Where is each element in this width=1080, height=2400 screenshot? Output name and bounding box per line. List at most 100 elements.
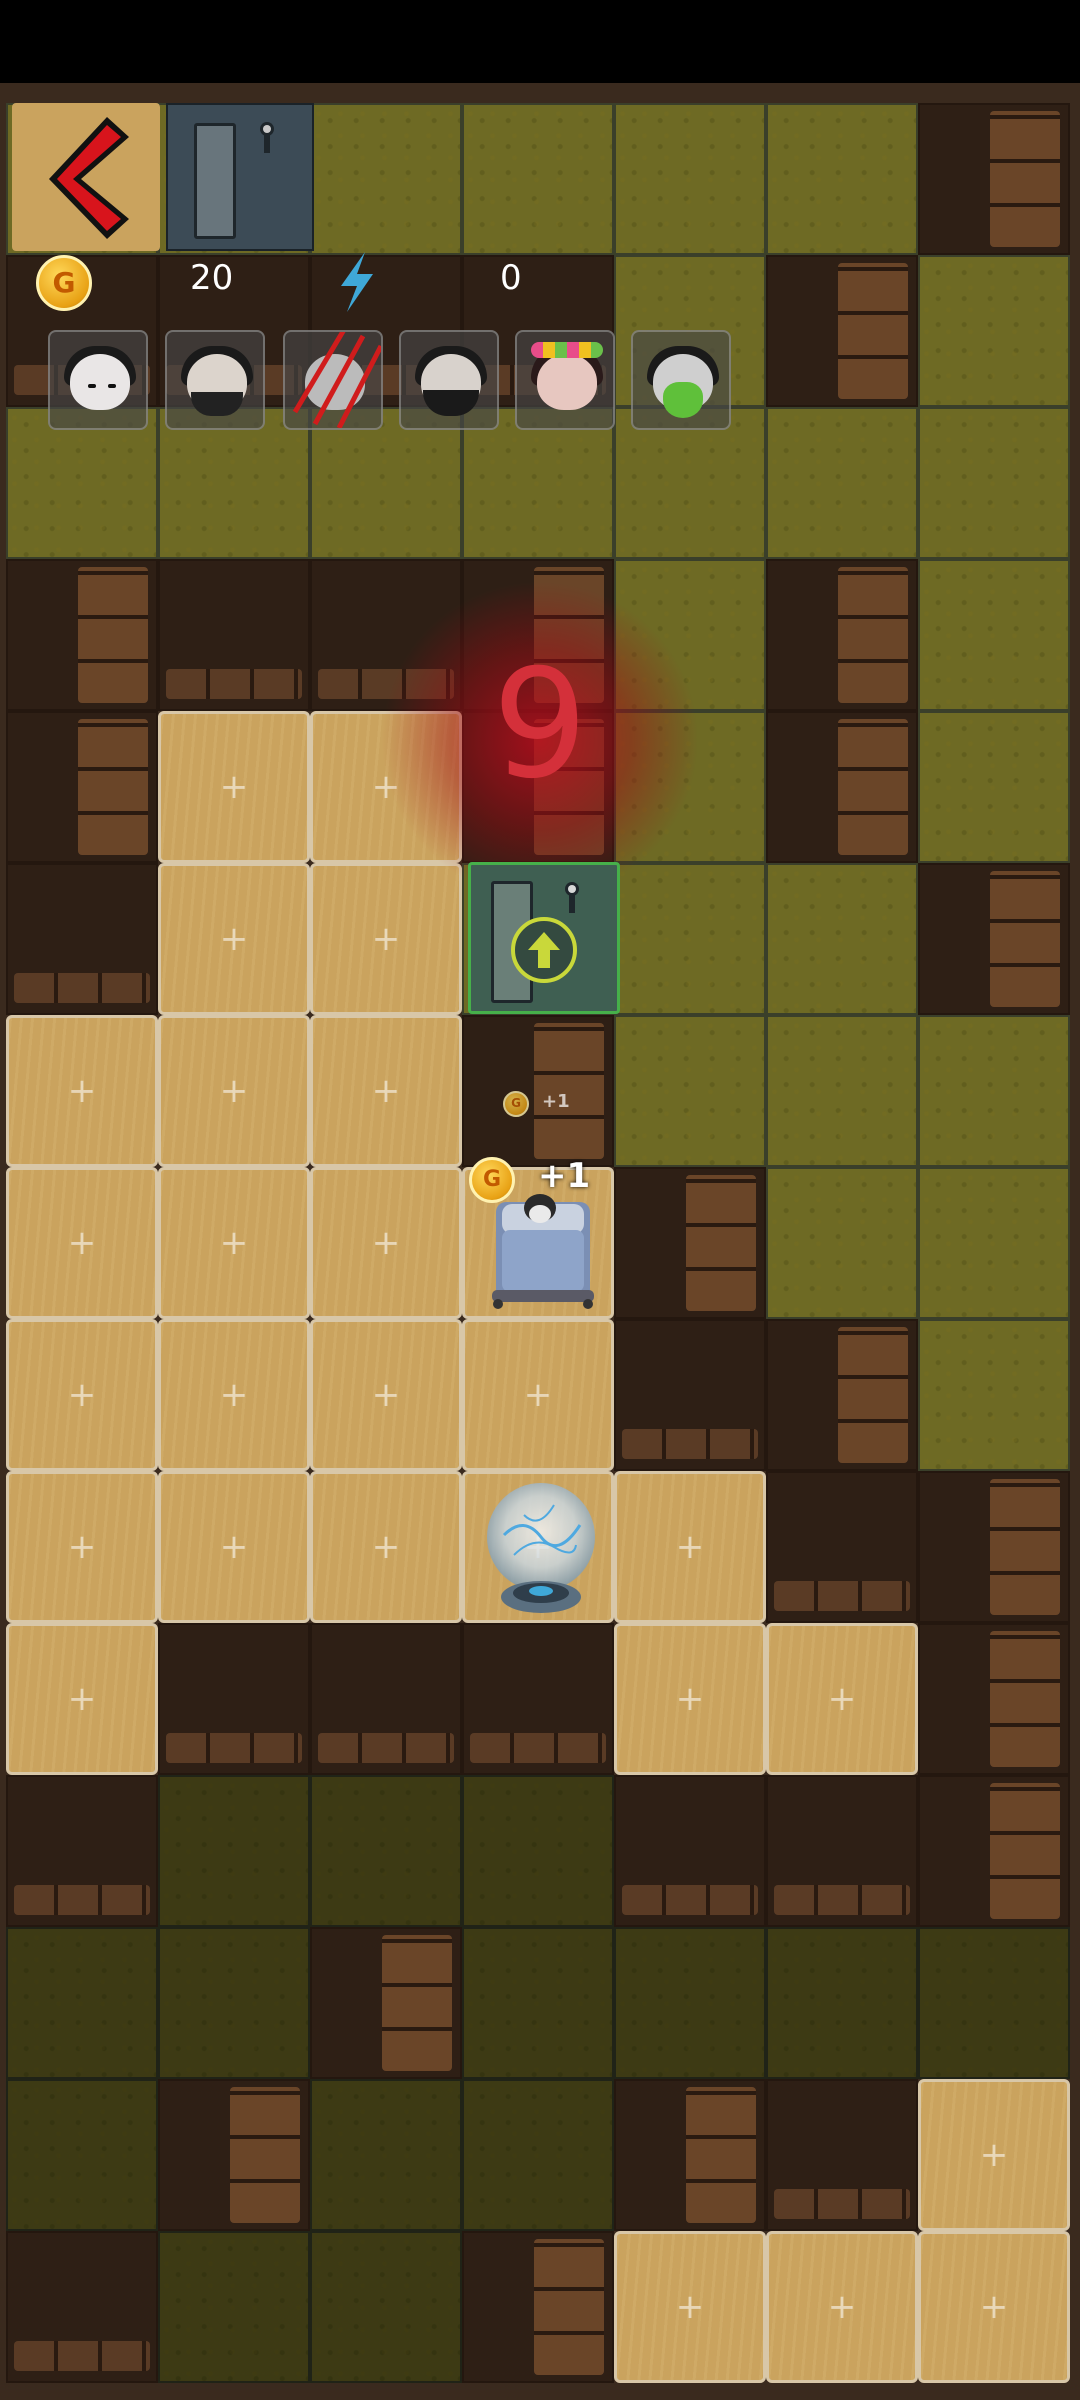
board-tile-grass [766,103,918,255]
board-tile-floor[interactable]: + [310,863,462,1015]
board-tile-wall-v [918,1471,1070,1623]
board-tile-wall-v [766,711,918,863]
board-tile-wall [6,2231,158,2383]
board-tile-floor[interactable]: + [310,1015,462,1167]
character-masked-man[interactable] [165,330,265,430]
back-chevron-icon [49,117,129,239]
board-tile-wall-v [6,559,158,711]
board-tile-floor[interactable]: + [6,1015,158,1167]
board-tile-floor[interactable]: + [918,2231,1070,2383]
board-tile-grass [158,2231,310,2383]
board-tile-floor[interactable]: + [158,711,310,863]
board-tile-wall [6,863,158,1015]
coin-count: 20 [190,258,234,298]
board-tile-grass [614,103,766,255]
board-tile-grass [158,1927,310,2079]
countdown-timer: 9 [492,638,588,812]
board-tile-grass [462,103,614,255]
board-tile-floor[interactable]: + [918,2079,1070,2231]
board-tile-grass [918,1167,1070,1319]
plus-icon: + [675,1527,705,1567]
character-pale-girl[interactable] [48,330,148,430]
board-tile-floor[interactable]: + [158,863,310,1015]
board-tile-floor[interactable]: + [310,1319,462,1471]
plus-icon: + [371,1527,401,1567]
board-tile-floor[interactable]: + [614,2231,766,2383]
board-tile-grass [918,1927,1070,2079]
plasma-orb-turret[interactable] [484,1475,598,1620]
plus-icon: + [67,1527,97,1567]
board-tile-wall-v [766,1319,918,1471]
board-tile-wall [614,1775,766,1927]
board-tile-wall-v [614,1167,766,1319]
board-tile-grass [6,1927,158,2079]
board-tile-grass [158,1775,310,1927]
plus-icon: + [67,1071,97,1111]
plus-icon: + [219,1527,249,1567]
board-tile-grass [310,2231,462,2383]
plus-icon: + [371,1071,401,1111]
board-tile-wall-v [462,2231,614,2383]
coin-icon: G [469,1157,515,1203]
plus-icon: + [827,2287,857,2327]
plus-icon: + [371,1375,401,1415]
board-tile-wall [6,1775,158,1927]
board-tile-floor[interactable]: + [6,1471,158,1623]
board-tile-floor[interactable]: + [158,1167,310,1319]
board-tile-floor[interactable]: + [158,1319,310,1471]
board-tile-grass [766,863,918,1015]
board-tile-floor[interactable]: + [614,1471,766,1623]
reward-text: +1 [538,1156,591,1196]
board-tile-grass [766,1927,918,2079]
board-tile-wall-v [918,863,1070,1015]
board-tile-grass [918,711,1070,863]
back-button[interactable] [12,103,160,251]
board-tile-wall-v [918,1775,1070,1927]
character-clawed[interactable] [283,330,383,430]
plus-icon: + [827,1679,857,1719]
board-tile-wall [766,1775,918,1927]
board-tile-wall-v [462,1015,614,1167]
bed-with-sleeper[interactable] [488,1180,598,1310]
board-tile-floor[interactable]: + [6,1167,158,1319]
plus-icon: + [371,919,401,959]
board-tile-grass [310,2079,462,2231]
board-tile-grass [918,1319,1070,1471]
board-tile-floor[interactable]: + [6,1623,158,1775]
board-tile-grass [918,559,1070,711]
character-flower-girl[interactable] [515,330,615,430]
plus-icon: + [523,1375,553,1415]
board-tile-floor[interactable]: + [766,1623,918,1775]
board-tile-wall [158,1623,310,1775]
board-tile-wall-v [766,559,918,711]
plus-icon: + [219,919,249,959]
board-tile-wall-v [310,1927,462,2079]
board-tile-floor[interactable]: + [158,1015,310,1167]
lightning-icon [341,252,373,312]
plus-icon: + [371,1223,401,1263]
board-tile-wall [766,2079,918,2231]
board-tile-grass [462,2079,614,2231]
board-tile-floor[interactable]: + [462,1319,614,1471]
status-bar [0,0,1080,83]
board-tile-floor[interactable]: + [766,2231,918,2383]
board-tile-wall [614,1319,766,1471]
board-tile-wall-v [6,711,158,863]
board-tile-floor[interactable]: + [310,1471,462,1623]
character-bearded-man[interactable] [399,330,499,430]
plus-icon: + [675,2287,705,2327]
board-tile-floor[interactable]: + [614,1623,766,1775]
board-tile-floor[interactable]: + [6,1319,158,1471]
up-arrow-icon [511,917,577,983]
board-tile-grass [310,1775,462,1927]
board-tile-wall-v [766,255,918,407]
board-tile-grass [614,863,766,1015]
plus-icon: + [67,1223,97,1263]
character-green-ghost[interactable] [631,330,731,430]
board-tile-wall-v [614,2079,766,2231]
board-tile-grass [614,1015,766,1167]
plus-icon: + [979,2135,1009,2175]
board-tile-floor[interactable]: + [310,1167,462,1319]
board-tile-floor[interactable]: + [158,1471,310,1623]
exit-door-button[interactable] [468,862,620,1014]
